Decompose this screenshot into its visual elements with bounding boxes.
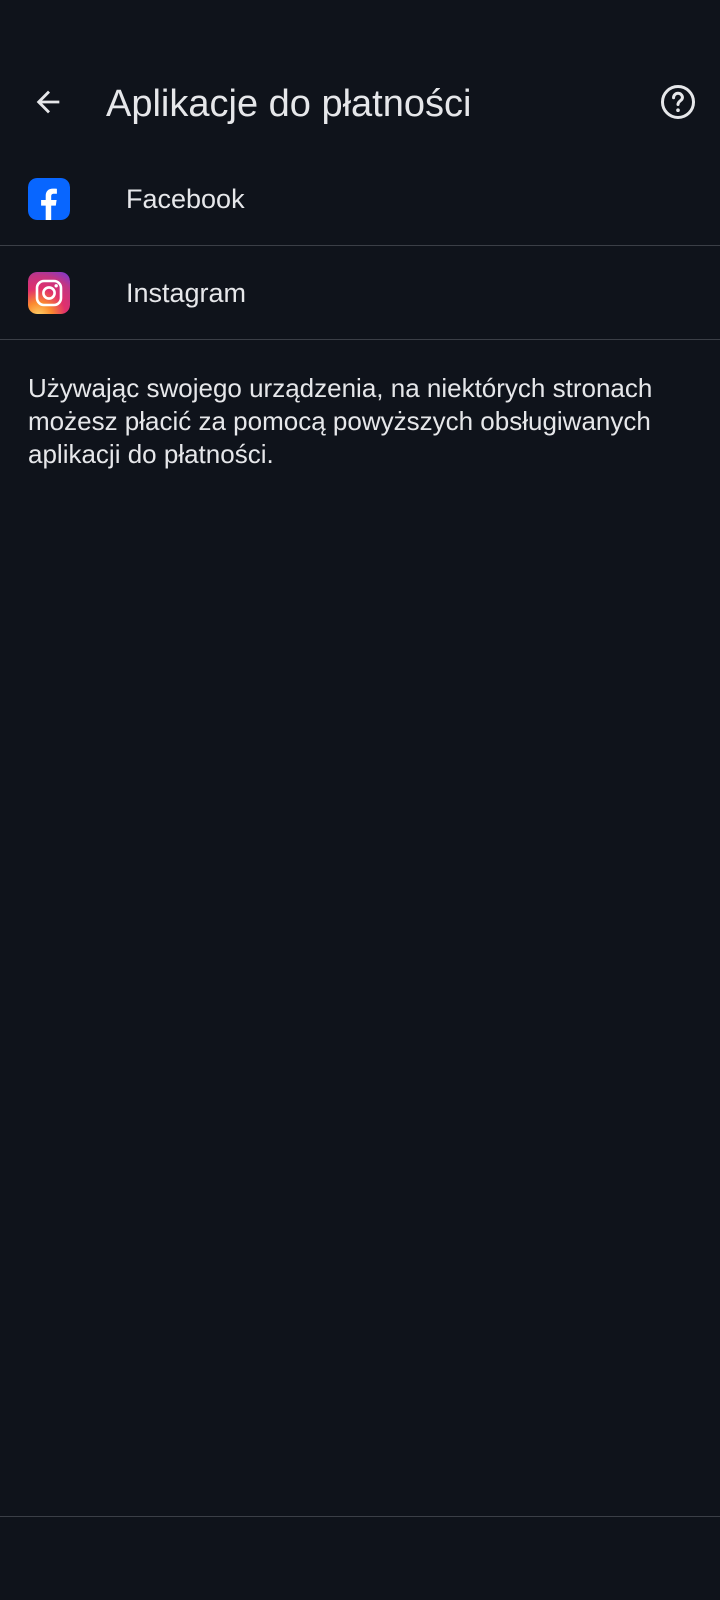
app-bar: Aplikacje do płatności: [0, 56, 720, 152]
back-button[interactable]: [22, 78, 74, 130]
list-item-label: Facebook: [126, 184, 245, 214]
description-text: Używając swojego urządzenia, na niektóry…: [28, 373, 653, 469]
arrow-back-icon: [31, 85, 65, 124]
payment-apps-list: Facebook Instagram: [0, 152, 720, 340]
facebook-icon: [28, 178, 70, 220]
page-title: Aplikacje do płatności: [106, 83, 472, 125]
list-item-facebook[interactable]: Facebook: [0, 152, 720, 246]
status-bar: [0, 0, 720, 56]
list-item-instagram[interactable]: Instagram: [0, 246, 720, 340]
instagram-icon: [28, 272, 70, 314]
help-button[interactable]: [652, 78, 704, 130]
bottom-divider: [0, 1516, 720, 1517]
help-circle-icon: [659, 83, 697, 126]
list-item-label: Instagram: [126, 278, 247, 308]
